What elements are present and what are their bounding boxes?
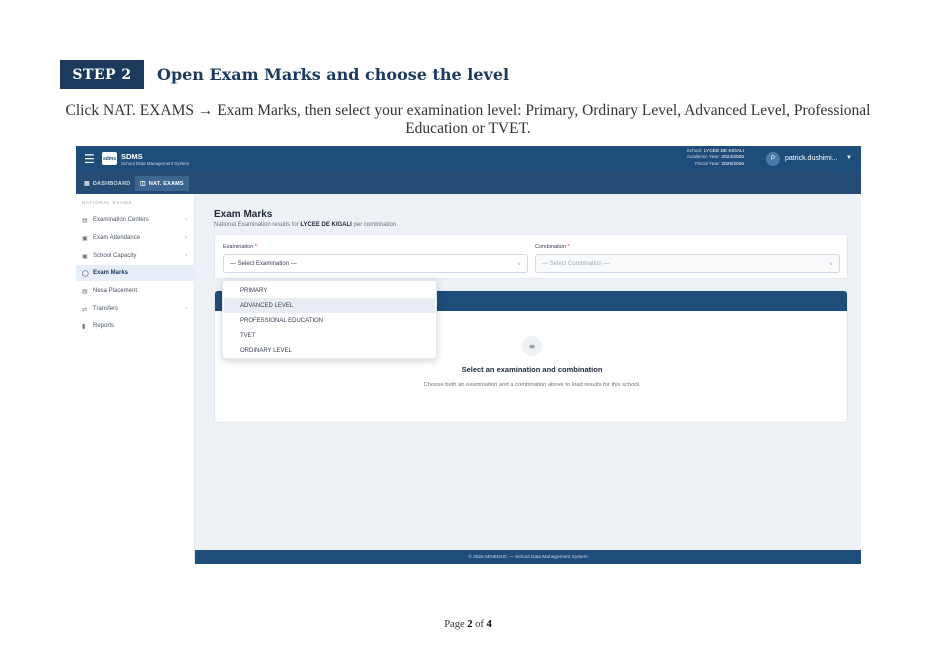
transfer-icon: ⇄ <box>82 306 88 313</box>
sidebar-item-label: Reports <box>93 323 115 329</box>
sidebar-heading: NATIONAL EXAMS <box>82 200 133 205</box>
page-current: 2 <box>467 619 473 630</box>
subtitle-school: LYCEE DE KIGALI <box>300 222 352 228</box>
app-name: SDMS <box>121 152 143 161</box>
school-info: School: LYCEE DE KIGALI Academic Year: 2… <box>666 149 744 168</box>
avatar[interactable]: P <box>766 152 780 166</box>
step-description: Click NAT. EXAMS → Exam Marks, then sele… <box>65 102 871 137</box>
footer: © 2026 MINEDUC — School Data Management … <box>195 550 861 564</box>
sidebar-item-exam-attendance[interactable]: ▣ Exam Attendance › <box>76 230 195 246</box>
step-title: Open Exam Marks and choose the level <box>157 65 510 84</box>
examination-dropdown: PRIMARY ADVANCED LEVEL PROFESSIONAL EDUC… <box>222 280 437 359</box>
filter-icon: ≡ <box>522 336 542 356</box>
subtitle-prefix: National Examination results for <box>214 222 299 228</box>
tab-nat-exams-label: NAT. EXAMS <box>148 180 184 187</box>
page-title: Exam Marks <box>214 209 273 220</box>
filter-card: Examination * — Select Examination — ∨ C… <box>214 234 848 279</box>
option-ordinary-level[interactable]: ORDINARY LEVEL <box>224 343 435 358</box>
menu-icon[interactable]: ☰ <box>84 152 95 166</box>
combination-label-text: Combination <box>535 244 566 250</box>
examination-label: Examination * <box>223 244 257 250</box>
page-subtitle: National Examination results for LYCEE D… <box>214 222 398 228</box>
combination-select-value: — Select Combination — <box>542 260 610 267</box>
sidebar-item-transfers[interactable]: ⇄ Transfers › <box>76 301 195 317</box>
sidebar-item-label: Exam Marks <box>93 270 129 276</box>
sidebar-item-label: Transfers <box>93 306 119 312</box>
academic-year: 2024/2025 <box>721 155 744 161</box>
page-number: Page 2 of 4 <box>0 619 936 630</box>
combination-select[interactable]: — Select Combination — ∨ <box>535 254 840 273</box>
page-of: of <box>475 619 484 630</box>
sidebar-item-label: Nesa Placement <box>93 288 138 294</box>
sidebar-item-label: Examination Centers <box>93 217 149 223</box>
user-name[interactable]: patrick.dushimi... <box>785 155 838 162</box>
page-prefix: Page <box>444 619 465 630</box>
tab-dashboard[interactable]: ▦ DASHBOARD <box>79 176 135 191</box>
sidebar-item-examination-centers[interactable]: ▤ Examination Centers › <box>76 212 195 228</box>
top-bar: ☰ sdms SDMS School Data Management Syste… <box>76 146 861 173</box>
id-card-icon: ▤ <box>82 288 88 295</box>
combination-label: Combination * <box>535 244 570 250</box>
required-mark: * <box>567 244 570 250</box>
sidebar-item-reports[interactable]: ▮ Reports <box>76 318 195 334</box>
tab-dashboard-label: DASHBOARD <box>92 180 131 187</box>
chevron-right-icon: › <box>185 253 187 259</box>
subtitle-suffix: per combination. <box>353 222 398 228</box>
sidebar: NATIONAL EXAMS ▤ Examination Centers › ▣… <box>76 194 195 564</box>
examination-select-value: — Select Examination — <box>230 260 297 267</box>
app-screenshot: ☰ sdms SDMS School Data Management Syste… <box>76 146 861 564</box>
fiscal-year: 2025/2026 <box>721 161 744 167</box>
calendar-icon: ▣ <box>82 235 88 242</box>
page-total: 4 <box>486 619 492 630</box>
sidebar-item-exam-marks[interactable]: ◯ Exam Marks <box>76 265 195 281</box>
option-primary[interactable]: PRIMARY <box>224 283 435 298</box>
chevron-down-icon: ∨ <box>517 260 521 267</box>
sidebar-item-label: School Capacity <box>93 253 137 259</box>
option-advanced-level[interactable]: ADVANCED LEVEL <box>224 298 435 313</box>
empty-state-description: Choose both an examination and a combina… <box>423 382 641 388</box>
tab-nat-exams[interactable]: ◫ NAT. EXAMS <box>135 176 189 191</box>
award-icon: ◯ <box>82 270 89 277</box>
chevron-down-icon: ∨ <box>829 260 833 267</box>
step-badge: STEP 2 <box>60 60 144 89</box>
chevron-right-icon: › <box>185 217 187 223</box>
chevron-right-icon: › <box>185 235 187 241</box>
school-label: School: <box>686 149 703 154</box>
clipboard-icon: ◫ <box>140 181 146 187</box>
chevron-down-icon[interactable]: ▼ <box>846 155 852 161</box>
building-icon: ▤ <box>82 217 88 224</box>
sidebar-item-nesa-placement[interactable]: ▤ Nesa Placement <box>76 283 195 299</box>
nav-bar: ▦ DASHBOARD ◫ NAT. EXAMS <box>76 173 861 194</box>
app-logo: sdms <box>102 152 117 165</box>
school-name: LYCEE DE KIGALI <box>703 149 744 154</box>
sidebar-item-label: Exam Attendance <box>93 235 141 241</box>
empty-state-title: Select an examination and combination <box>461 365 603 374</box>
bar-chart-icon: ▮ <box>82 323 86 330</box>
academic-label: Academic Year: <box>686 155 720 161</box>
examination-label-text: Examination <box>223 244 254 250</box>
grid-icon: ▦ <box>84 181 90 187</box>
calendar-icon: ▣ <box>82 253 88 260</box>
chevron-right-icon: › <box>185 306 187 312</box>
option-tvet[interactable]: TVET <box>224 328 435 343</box>
app-subtitle: School Data Management System <box>121 161 190 166</box>
fiscal-label: Fiscal Year: <box>695 161 720 167</box>
option-professional-education[interactable]: PROFESSIONAL EDUCATION <box>224 313 435 328</box>
examination-select[interactable]: — Select Examination — ∨ <box>223 254 528 273</box>
sidebar-item-school-capacity[interactable]: ▣ School Capacity › <box>76 248 195 264</box>
required-mark: * <box>254 244 257 250</box>
